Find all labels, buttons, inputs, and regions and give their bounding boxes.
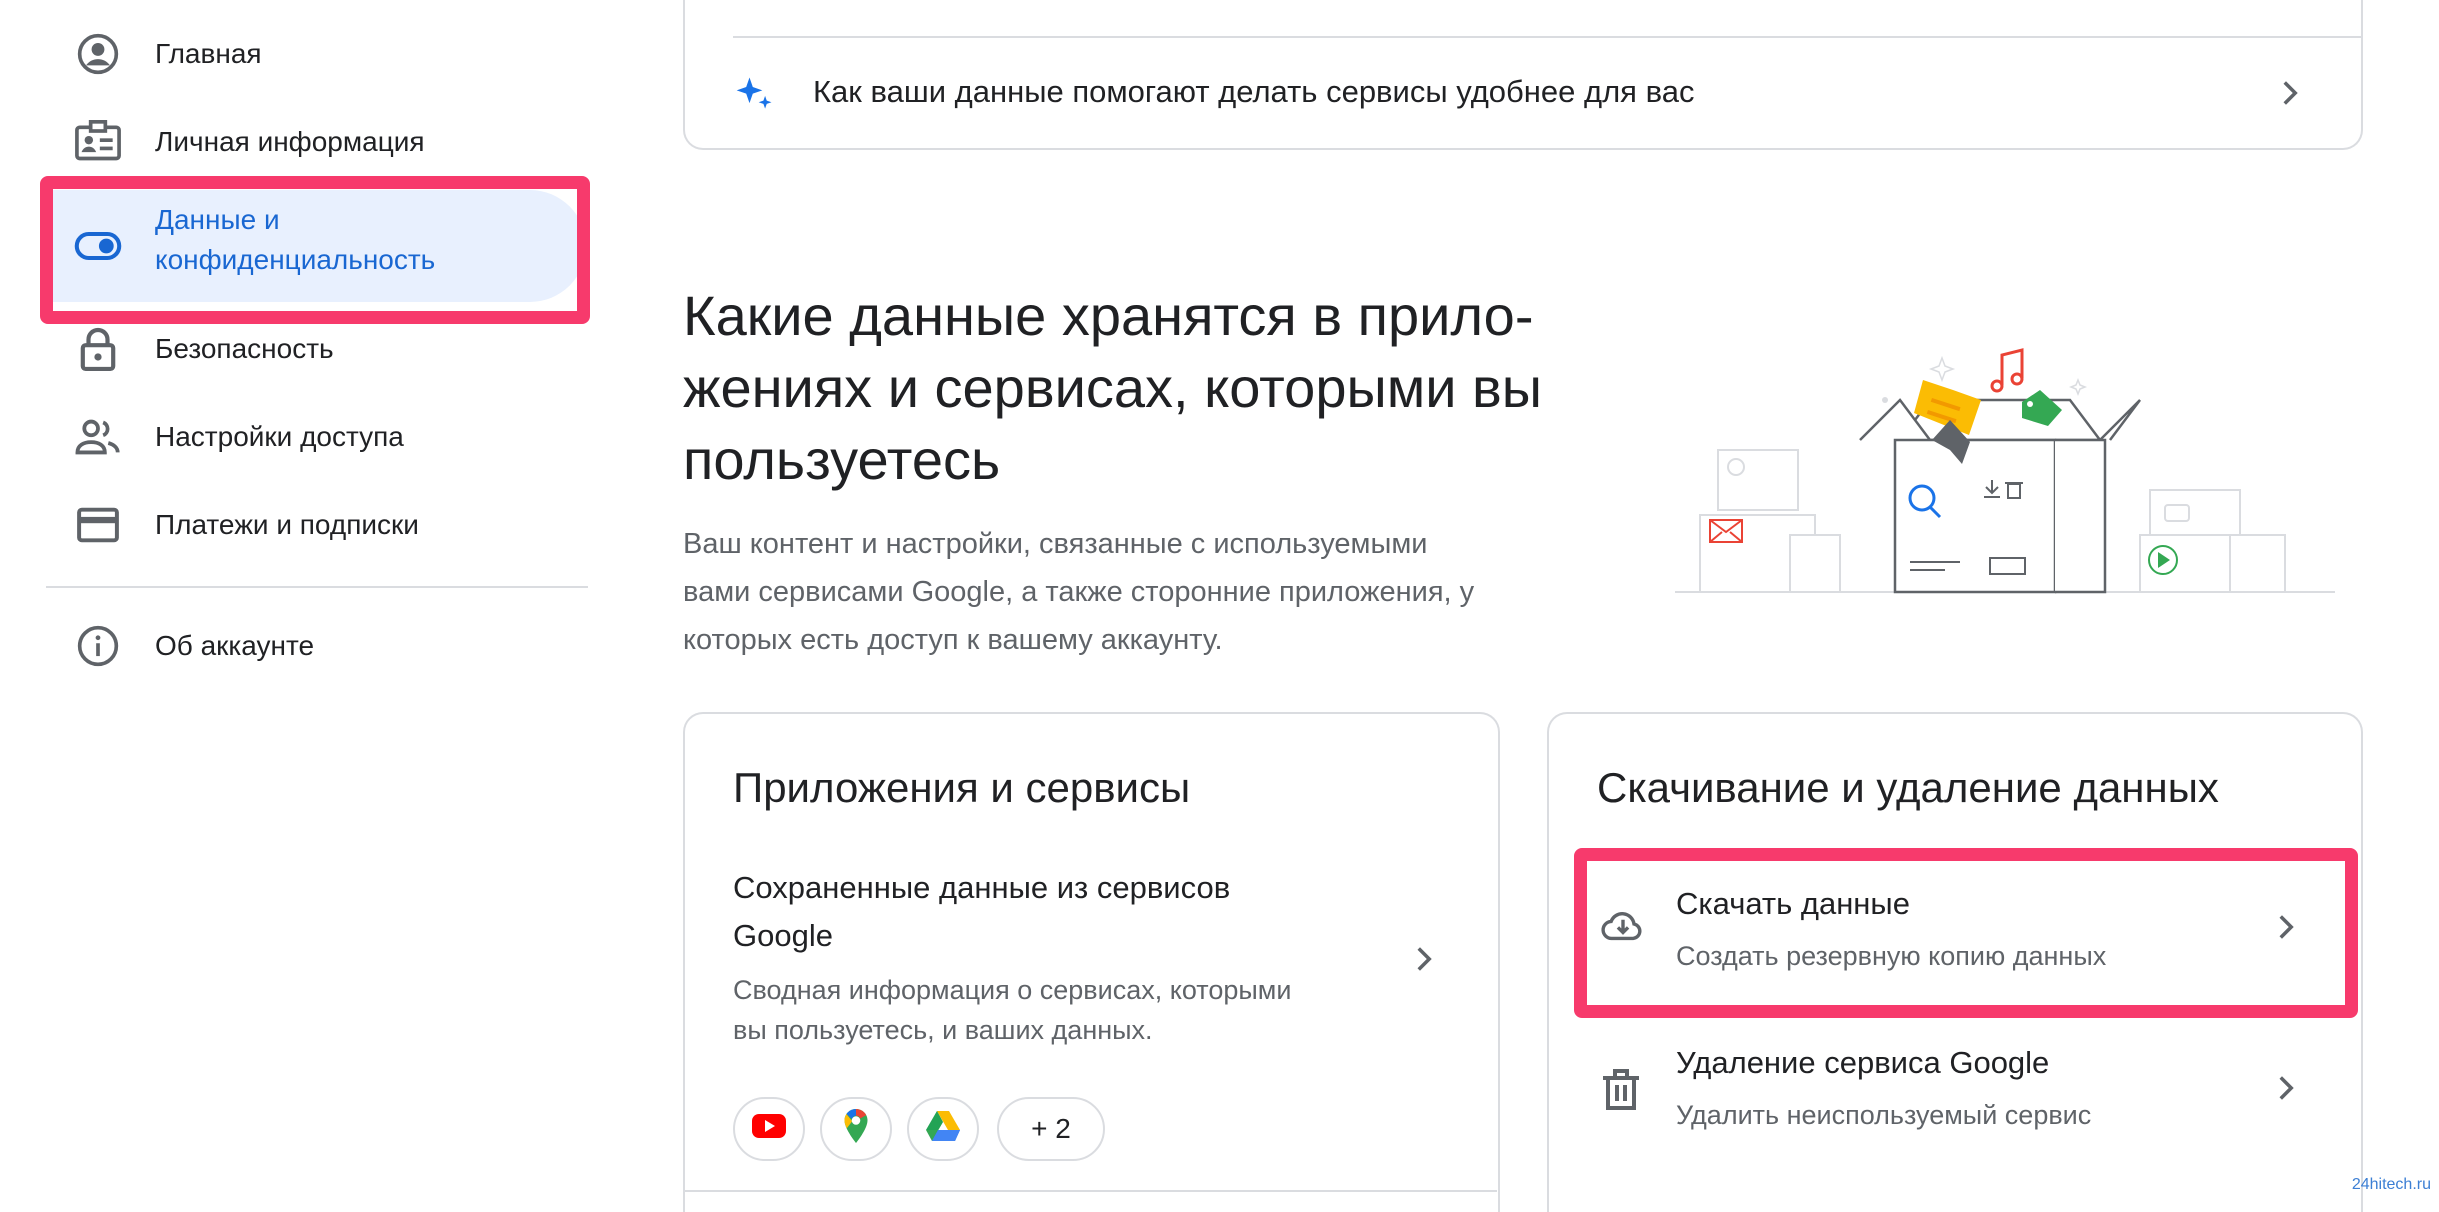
section-title-line: жениях и сервисах, которыми вы (683, 356, 1543, 419)
section-description-line: которых есть доступ к вашему аккаунту. (683, 624, 1223, 656)
sidebar-item-sharing[interactable]: Настройки доступа (0, 393, 560, 481)
sidebar-item-label: Настройки доступа (155, 421, 404, 452)
section-title-line: пользуетесь (683, 428, 1001, 491)
sidebar-item-home[interactable]: Главная (0, 10, 560, 98)
highlight-frame (40, 176, 590, 324)
delete-service-link[interactable]: Удаление сервиса Google Удалить неисполь… (1579, 1025, 2353, 1171)
maps-icon (843, 1108, 869, 1151)
sidebar-item-label: Безопасность (155, 333, 334, 364)
sidebar-item-label: Главная (155, 38, 262, 69)
apps-card-divider (685, 1190, 1497, 1192)
how-data-helps-text: Как ваши данные помогают делать сервисы … (813, 74, 1695, 109)
how-data-helps-link[interactable]: Как ваши данные помогают делать сервисы … (733, 60, 2361, 124)
highlight-frame (1574, 848, 2358, 1018)
sidebar-item-label: Платежи и подписки (155, 509, 419, 540)
sidebar-item-label: Личная информация (155, 126, 425, 157)
drive-chip[interactable] (907, 1097, 979, 1161)
section-title-line: Какие данные хранятся в прило- (683, 284, 1534, 347)
youtube-chip[interactable] (733, 1097, 805, 1161)
top-card-divider (733, 36, 2361, 38)
delete-service-subtitle: Удалить неиспользуемый сервис (1676, 1100, 2092, 1130)
data-box-illustration (1670, 330, 2340, 600)
trash-icon (1601, 1067, 1649, 1115)
sidebar-item-payments[interactable]: Платежи и подписки (0, 481, 560, 569)
sidebar-item-personal-info[interactable]: Личная информация (0, 98, 560, 186)
youtube-icon (751, 1113, 787, 1146)
section-title: Какие данные хранятся в прило- жениях и … (683, 280, 1633, 496)
section-description-line: Ваш контент и настройки, связанные с исп… (683, 528, 1428, 560)
section-description-line: вами сервисами Google, а также сторонние… (683, 576, 1475, 608)
download-card-title: Скачивание и удаление данных (1597, 764, 2219, 811)
maps-chip[interactable] (820, 1097, 892, 1161)
sparkle-icon (733, 72, 777, 116)
watermark: 24hitech.ru (2351, 1176, 2431, 1193)
saved-data-title-line: Google (733, 918, 833, 953)
delete-service-title: Удаление сервиса Google (1676, 1045, 2050, 1080)
chevron-right-icon (2269, 1071, 2303, 1105)
sidebar-item-label: Об аккаунте (155, 630, 315, 661)
apps-card-title: Приложения и сервисы (733, 764, 1191, 811)
saved-data-title-line: Сохраненные данные из сервисов (733, 870, 1231, 905)
more-services-chip[interactable]: + 2 (997, 1097, 1105, 1161)
chevron-right-icon (1407, 942, 1441, 976)
saved-data-subtitle-line: Сводная информация о сервисах, которыми (733, 975, 1292, 1005)
people-icon (74, 413, 122, 461)
sidebar-divider (46, 586, 588, 588)
saved-data-link[interactable]: Сохраненные данные из сервисов Google Св… (685, 860, 1497, 1060)
more-services-count: + 2 (1031, 1113, 1071, 1144)
section-description: Ваш контент и настройки, связанные с исп… (683, 520, 1613, 664)
account-circle-icon (74, 30, 122, 78)
sidebar-item-about[interactable]: Об аккаунте (0, 602, 560, 690)
sidebar-item-security[interactable]: Безопасность (0, 305, 560, 393)
info-icon (74, 622, 122, 670)
lock-icon (74, 325, 122, 373)
drive-icon (925, 1110, 961, 1149)
saved-data-subtitle-line: вы пользуетесь, и ваших данных. (733, 1015, 1153, 1045)
credit-card-icon (74, 501, 122, 549)
chevron-right-icon (2273, 76, 2307, 110)
badge-icon (74, 118, 122, 166)
